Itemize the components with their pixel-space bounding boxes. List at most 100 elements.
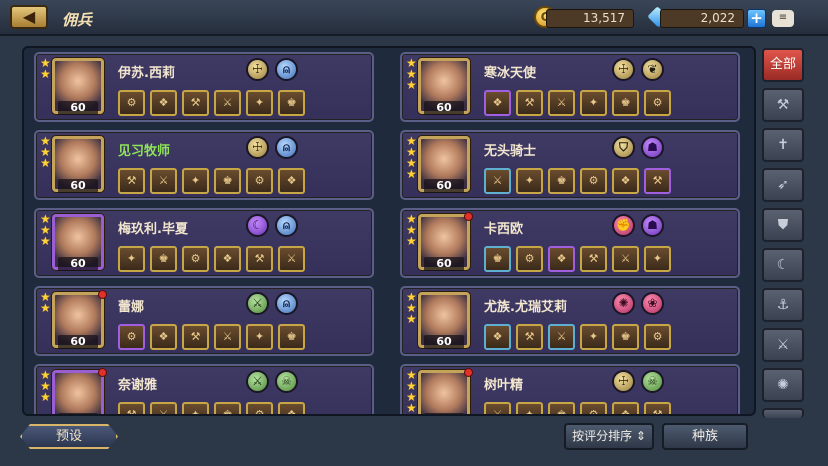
ankh-icon: ☩ — [612, 370, 635, 393]
equipment-slot-icon[interactable]: ⚔ — [548, 324, 575, 350]
filter-all-button[interactable]: 全部 — [762, 48, 804, 82]
equipment-slot-icon[interactable]: ⚙ — [118, 90, 145, 116]
hero-card[interactable]: ★ ★ 60 伊苏.西莉 ☩ ⍝ ⚙ ❖ ⚒ ⚔ ✦ ♚ — [34, 52, 374, 122]
hero-card[interactable]: ★ ★ 60 蕾娜 ⚔ ⍝ ⚙ ❖ ⚒ ⚔ ✦ ♚ — [34, 286, 374, 356]
equipment-slot-icon[interactable]: ⚙ — [182, 246, 209, 272]
equipment-slot-icon[interactable]: ✦ — [118, 246, 145, 272]
equipment-slot-icon[interactable]: ♚ — [548, 168, 575, 194]
equipment-slot-icon[interactable]: ♚ — [214, 402, 241, 414]
page-title: 佣兵 — [62, 11, 93, 29]
back-arrow-icon[interactable]: ◀ — [10, 5, 48, 29]
equipment-slot-icon[interactable]: ⚒ — [516, 324, 543, 350]
equipment-slot-icon[interactable]: ✦ — [246, 90, 273, 116]
race-button[interactable]: 种族 — [662, 423, 748, 450]
bow-icon[interactable]: ➶ — [762, 168, 804, 202]
equipment-slot-icon[interactable]: ⚙ — [580, 168, 607, 194]
hero-card[interactable]: ★ ★ ★ ★ 60 无头骑士 ⛉ ☗ ⚔ ✦ ♚ ⚙ ❖ ⚒ — [400, 130, 740, 200]
hero-name: 梅玖利.毕夏 — [118, 222, 188, 237]
hero-card[interactable]: ★ ★ ★ 60 梅玖利.毕夏 ☾ ⍝ ✦ ♚ ⚙ ❖ ⚒ ⚔ — [34, 208, 374, 278]
equipment-slot-icon[interactable]: ♚ — [214, 168, 241, 194]
equipment-slot-icon[interactable]: ✦ — [182, 168, 209, 194]
notification-dot — [98, 290, 107, 299]
equipment-slot-icon[interactable]: ❖ — [214, 246, 241, 272]
add-gems-button[interactable]: + — [747, 9, 766, 28]
hero-list-panel[interactable]: ★ ★ 60 伊苏.西莉 ☩ ⍝ ⚙ ❖ ⚒ ⚔ ✦ ♚ ★ ★ ★ 60 寒冰天使 ☩ ❦ ❖ ⚒ ⚔ ✦ ♚ ⚙ ★ ★ ★ 60 见… — [22, 46, 756, 416]
equipment-slot-icon[interactable]: ⚒ — [118, 168, 145, 194]
equipment-slot-icon[interactable]: ✦ — [516, 168, 543, 194]
hammer-icon[interactable]: ⚒ — [762, 88, 804, 122]
wings-icon: ❦ — [641, 58, 664, 81]
hero-level: 60 — [58, 179, 98, 193]
ankh-icon: ☩ — [246, 136, 269, 159]
hero-tags: ☩ ⍝ — [246, 136, 298, 159]
equipment-slot-icon[interactable]: ⚒ — [644, 168, 671, 194]
equipment-slot-icon[interactable]: ⚒ — [182, 90, 209, 116]
equipment-slot-icon[interactable]: ⚔ — [150, 402, 177, 414]
equipment-slot-icon[interactable]: ⚔ — [484, 168, 511, 194]
hero-card[interactable]: ★ ★ ★ 60 卡西欧 ✊ ☗ ♚ ⚙ ❖ ⚒ ⚔ ✦ — [400, 208, 740, 278]
hero-portrait[interactable] — [418, 370, 470, 414]
equipment-slot-icon[interactable]: ⚒ — [516, 90, 543, 116]
equipment-slot-icon[interactable]: ⚒ — [118, 402, 145, 414]
equipment-slot-icon[interactable]: ♚ — [484, 246, 511, 272]
shield-icon[interactable]: ⛊ — [762, 208, 804, 242]
equipment-slot-icon[interactable]: ⚙ — [580, 402, 607, 414]
equipment-slot-icon[interactable]: ⚔ — [612, 246, 639, 272]
equipment-slot-icon[interactable]: ⚙ — [644, 90, 671, 116]
eye-icon[interactable] — [762, 408, 804, 418]
equipment-slot-icon[interactable]: ❖ — [612, 402, 639, 414]
hero-portrait[interactable] — [52, 370, 104, 414]
equipment-slot-icon[interactable]: ❖ — [278, 168, 305, 194]
equipment-slot-icon[interactable]: ✦ — [644, 246, 671, 272]
equipment-slot-icon[interactable]: ⚙ — [516, 246, 543, 272]
hero-card[interactable]: ★ ★ ★ 60 寒冰天使 ☩ ❦ ❖ ⚒ ⚔ ✦ ♚ ⚙ — [400, 52, 740, 122]
equipment-slot-icon[interactable]: ⚒ — [246, 246, 273, 272]
equipment-slot-icon[interactable]: ❖ — [548, 246, 575, 272]
equipment-slot-icon[interactable]: ♚ — [612, 324, 639, 350]
hook-icon[interactable]: ⚓ — [762, 288, 804, 322]
equipment-slot-icon[interactable]: ♚ — [278, 324, 305, 350]
equipment-slot-icon[interactable]: ❖ — [484, 90, 511, 116]
bow-icon: ⚔ — [246, 292, 269, 315]
equipment-slot-icon[interactable]: ✦ — [246, 324, 273, 350]
equipment-slot-icon[interactable]: ✦ — [580, 324, 607, 350]
equipment-slot-icon[interactable]: ⚔ — [150, 168, 177, 194]
equipment-slot-icon[interactable]: ⚒ — [580, 246, 607, 272]
sort-by-rating-button[interactable]: 按评分排序 ⇕ — [564, 423, 654, 450]
equipment-slot-icon[interactable]: ♚ — [278, 90, 305, 116]
hero-card[interactable]: ★★★★60树叶精☩☠⚔✦♚⚙❖⚒ — [400, 364, 740, 414]
hero-card[interactable]: ★★★50奈谢雅⚔☠⚒⚔✦♚⚙❖ — [34, 364, 374, 414]
equipment-slot-icon[interactable]: ✦ — [516, 402, 543, 414]
preset-button[interactable]: 预设 — [20, 424, 118, 449]
equipment-slot-icon[interactable]: ❖ — [612, 168, 639, 194]
equipment-slot-icon[interactable]: ⚙ — [246, 168, 273, 194]
equipment-slot-icon[interactable]: ♚ — [612, 90, 639, 116]
equipment-slot-icon[interactable]: ❖ — [278, 402, 305, 414]
hero-card[interactable]: ★ ★ ★ 60 尤族.尤瑞艾莉 ✺ ❀ ❖ ⚒ ⚔ ✦ ♚ ⚙ — [400, 286, 740, 356]
hero-name: 无头骑士 — [484, 144, 537, 159]
hero-card[interactable]: ★ ★ ★ 60 见习牧师 ☩ ⍝ ⚒ ⚔ ✦ ♚ ⚙ ❖ — [34, 130, 374, 200]
chat-icon[interactable]: ≡ — [772, 10, 794, 27]
equipment-slot-icon[interactable]: ❖ — [484, 324, 511, 350]
equipment-slot-icon[interactable]: ⚔ — [214, 324, 241, 350]
equipment-slot-icon[interactable]: ♚ — [548, 402, 575, 414]
equipment-slot-icon[interactable]: ✦ — [182, 402, 209, 414]
helmet-icon: ⍝ — [275, 214, 298, 237]
equipment-slot-icon[interactable]: ⚙ — [644, 324, 671, 350]
equipment-slot-icon[interactable]: ⚔ — [548, 90, 575, 116]
equipment-slot-icon[interactable]: ⚙ — [246, 402, 273, 414]
crescent-icon[interactable]: ☾ — [762, 248, 804, 282]
holy-cross-icon[interactable]: ✝ — [762, 128, 804, 162]
equipment-slot-icon[interactable]: ⚒ — [182, 324, 209, 350]
shuriken-icon[interactable]: ✺ — [762, 368, 804, 402]
equipment-slot-icon[interactable]: ❖ — [150, 90, 177, 116]
equipment-slot-icon[interactable]: ♚ — [150, 246, 177, 272]
equipment-slot-icon[interactable]: ⚔ — [484, 402, 511, 414]
equipment-slot-icon[interactable]: ⚒ — [644, 402, 671, 414]
equipment-slot-icon[interactable]: ✦ — [580, 90, 607, 116]
sword-icon[interactable]: ⚔ — [762, 328, 804, 362]
equipment-slot-icon[interactable]: ❖ — [150, 324, 177, 350]
equipment-slot-icon[interactable]: ⚙ — [118, 324, 145, 350]
equipment-slot-icon[interactable]: ⚔ — [278, 246, 305, 272]
equipment-slot-icon[interactable]: ⚔ — [214, 90, 241, 116]
